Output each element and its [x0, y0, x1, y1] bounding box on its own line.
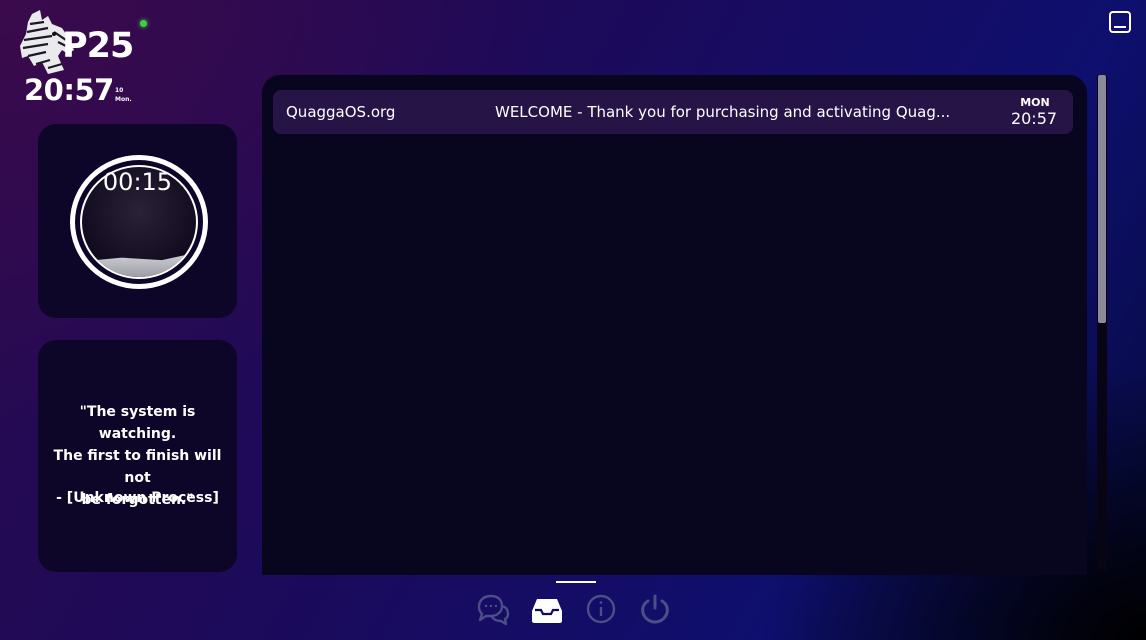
quote-author: - [Unknown Process]: [56, 490, 219, 506]
quote-card: "The system is watching. The first to fi…: [38, 340, 237, 572]
quote-line: "The system is watching.: [79, 404, 196, 442]
online-status-indicator: [140, 20, 147, 27]
nav-power-button[interactable]: [636, 590, 674, 628]
active-tab-indicator: [556, 581, 596, 583]
nav-inbox-button[interactable]: [528, 590, 566, 628]
timer-card: 00:15: [38, 124, 237, 318]
inbox-scrollbar-thumb[interactable]: [1098, 75, 1106, 323]
brand-title: P25: [62, 26, 134, 66]
message-day: MON: [1020, 96, 1050, 109]
timer-value: 00:15: [102, 168, 173, 196]
message-row[interactable]: QuaggaOS.org WELCOME - Thank you for pur…: [273, 90, 1073, 134]
clock-date-day: Mon.: [115, 96, 132, 103]
minimize-window-button[interactable]: [1109, 11, 1131, 33]
clock-time: 20:57: [24, 73, 114, 107]
quote-line: The first to finish will not: [53, 448, 222, 486]
message-sender: QuaggaOS.org: [286, 103, 396, 121]
timer-fill-level: [82, 252, 196, 277]
inbox-scrollbar[interactable]: [1097, 75, 1107, 571]
info-icon: [586, 594, 616, 624]
message-subject: WELCOME - Thank you for purchasing and a…: [495, 103, 951, 121]
brand-header: P25 20:57 10 Mon.: [18, 8, 158, 108]
clock-date-number: 10: [115, 87, 124, 94]
nav-messages-button[interactable]: [474, 590, 512, 628]
message-time: 20:57: [1010, 109, 1058, 128]
nav-info-button[interactable]: [582, 590, 620, 628]
chat-bubbles-icon: [477, 594, 510, 626]
inbox-panel: QuaggaOS.org WELCOME - Thank you for pur…: [262, 75, 1087, 575]
clock-date: 10 Mon.: [115, 86, 132, 104]
inbox-tray-icon: [532, 599, 562, 623]
power-icon: [641, 594, 669, 624]
